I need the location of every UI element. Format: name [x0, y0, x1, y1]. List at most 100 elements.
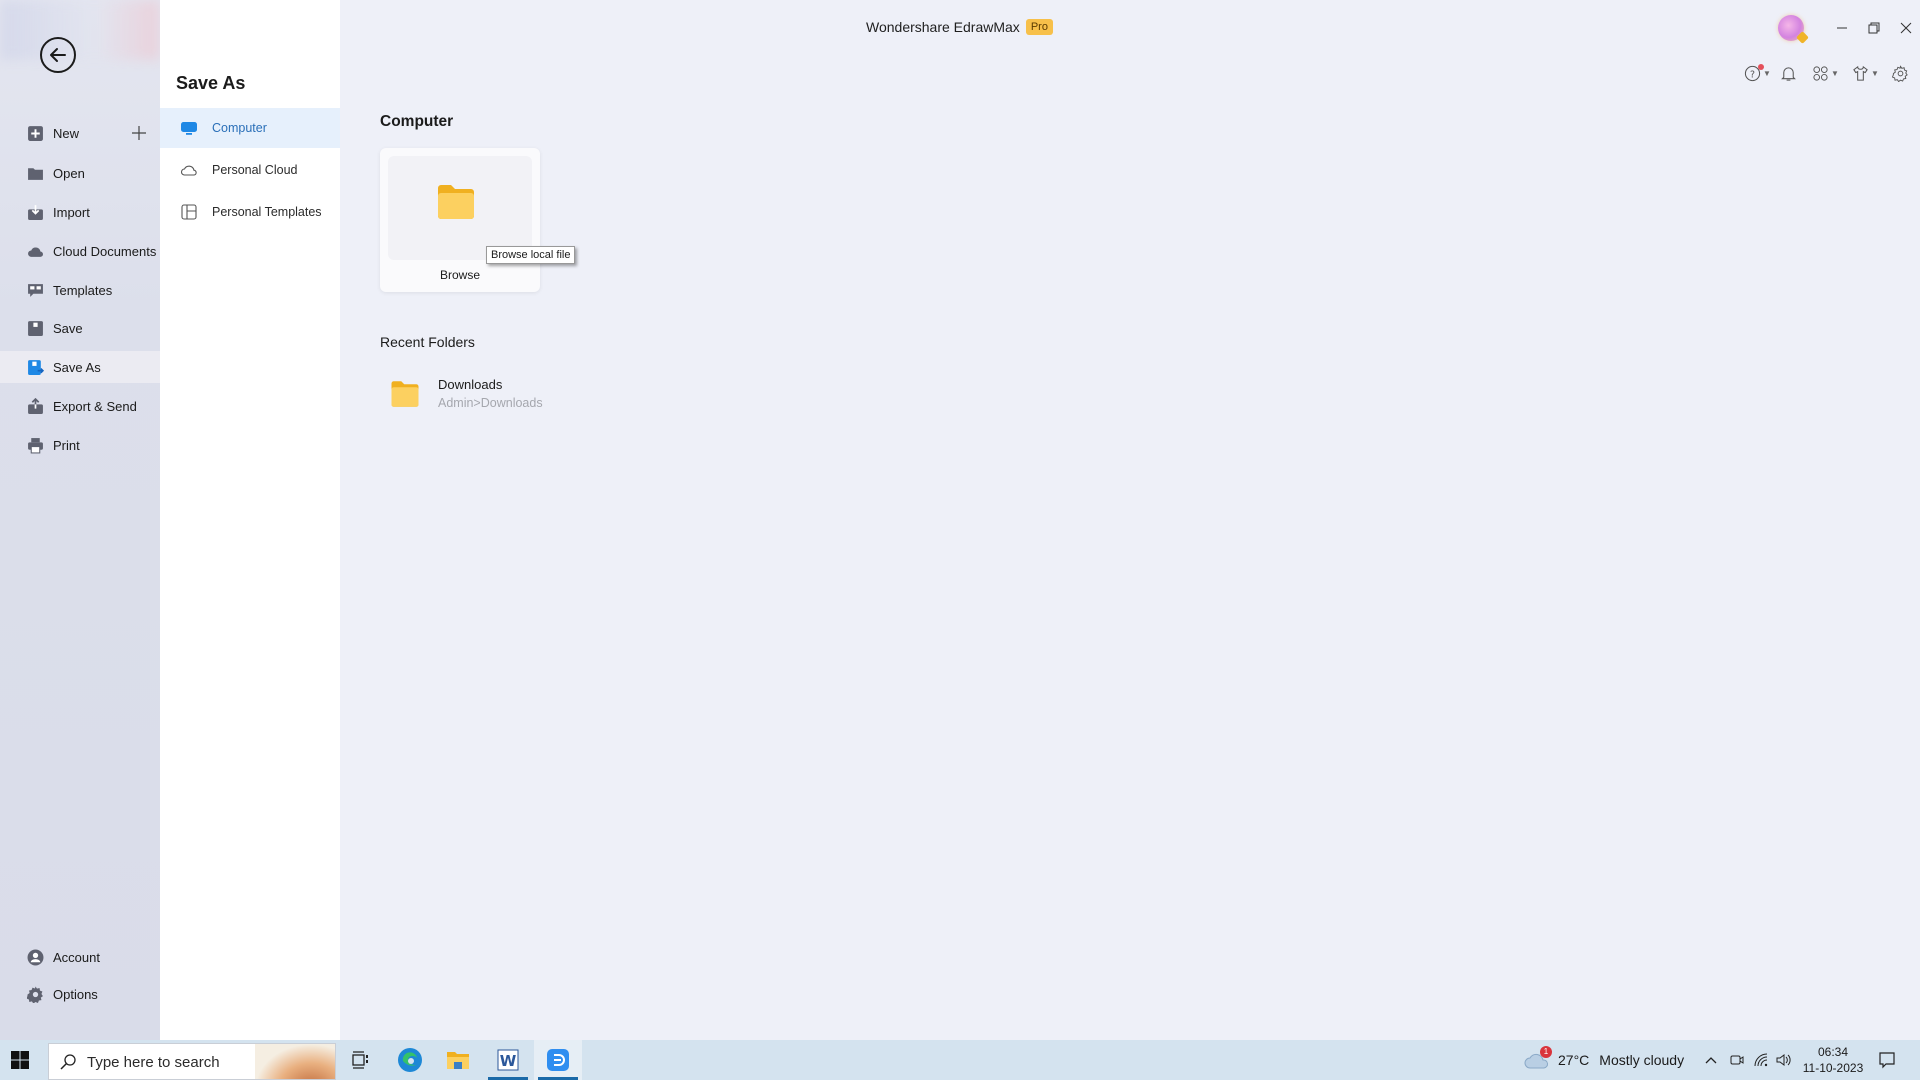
sidebar-item-label: Import [53, 204, 90, 220]
notifications-button[interactable] [1780, 62, 1797, 84]
edrawmax-icon [547, 1049, 569, 1071]
restore-button[interactable] [1862, 16, 1886, 40]
task-view-icon [352, 1051, 368, 1069]
folder-icon [438, 185, 474, 219]
wifi-icon [1754, 1053, 1768, 1067]
weather-temp: 27°C [1558, 1052, 1590, 1068]
save-location-personal-templates[interactable]: Personal Templates [160, 192, 340, 232]
show-hidden-icons-button[interactable] [1704, 1040, 1718, 1080]
sidebar-item-export-send[interactable]: Export & Send [0, 390, 160, 422]
word-icon: W [497, 1049, 519, 1071]
sidebar-item-cloud-documents[interactable]: Cloud Documents [0, 235, 160, 267]
file-menu-sidebar: New Open Import Cloud Documents Template… [0, 0, 160, 1040]
save-as-panel: Save As Computer Personal Cloud Personal… [160, 0, 340, 1040]
taskbar-search-input[interactable]: Type here to search [48, 1043, 336, 1080]
svg-text:?: ? [1750, 69, 1755, 80]
sidebar-item-print[interactable]: Print [0, 429, 160, 461]
speaker-icon [1776, 1054, 1791, 1066]
cloud-outline-icon [180, 161, 198, 179]
main-content: Wondershare EdrawMax Pro ? ▼ ▼ ▼ Compute… [340, 0, 1920, 1040]
chevron-down-icon: ▼ [1871, 68, 1879, 78]
section-title: Computer [380, 113, 454, 130]
taskbar-edrawmax[interactable] [534, 1040, 582, 1080]
save-location-label: Personal Cloud [212, 163, 298, 177]
edge-browser-icon [398, 1048, 422, 1072]
taskbar-word[interactable]: W [484, 1040, 532, 1080]
weather-widget[interactable]: 1 27°C Mostly cloudy [1524, 1040, 1684, 1080]
weather-alert-badge: 1 [1540, 1046, 1552, 1058]
apps-icon [1813, 65, 1828, 81]
camera-icon [1730, 1055, 1744, 1065]
sidebar-item-options[interactable]: Options [0, 978, 160, 1010]
import-icon [26, 203, 44, 221]
clock-date: 11-10-2023 [1802, 1061, 1864, 1075]
volume-button[interactable] [1775, 1040, 1793, 1080]
sidebar-item-templates[interactable]: Templates [0, 274, 160, 306]
browse-label: Browse [439, 268, 480, 282]
recent-folder-item[interactable]: Downloads Admin>Downloads [380, 372, 600, 416]
sidebar-item-label: Options [53, 986, 98, 1002]
account-icon [26, 948, 44, 966]
notification-center-button[interactable] [1878, 1040, 1896, 1080]
sidebar-item-account[interactable]: Account [0, 941, 160, 973]
folder-icon [26, 164, 44, 182]
sidebar-item-save-as[interactable]: Save As [0, 351, 160, 383]
template-layout-icon [180, 203, 198, 221]
sidebar-item-label: Save [53, 320, 83, 336]
app-name: Wondershare EdrawMax [866, 19, 1020, 35]
app-title: Wondershare EdrawMax Pro [866, 19, 1053, 35]
settings-button[interactable] [1892, 62, 1909, 84]
monitor-icon [180, 119, 198, 137]
notification-center-icon [1879, 1052, 1895, 1069]
sidebar-item-import[interactable]: Import [0, 196, 160, 228]
help-button[interactable]: ? ▼ [1744, 62, 1771, 84]
taskbar-file-explorer[interactable] [434, 1040, 482, 1080]
sidebar-item-label: Save As [53, 359, 101, 375]
svg-text:W: W [500, 1052, 517, 1070]
chevron-up-icon [1705, 1057, 1717, 1064]
search-icon [60, 1054, 76, 1070]
sidebar-item-label: Account [53, 949, 100, 965]
back-arrow-icon [50, 48, 66, 62]
save-location-label: Computer [212, 121, 267, 135]
save-location-personal-cloud[interactable]: Personal Cloud [160, 150, 340, 190]
bell-icon [1781, 66, 1796, 81]
search-placeholder: Type here to search [87, 1054, 220, 1071]
new-plus-icon[interactable] [130, 124, 148, 142]
templates-icon [26, 281, 44, 299]
save-as-icon [26, 358, 44, 376]
folder-icon [391, 381, 419, 407]
browse-button[interactable]: Browse Browse local file [380, 148, 576, 292]
sidebar-item-label: Cloud Documents [53, 243, 157, 259]
sidebar-item-open[interactable]: Open [0, 157, 160, 189]
sidebar-item-save[interactable]: Save [0, 312, 160, 344]
browse-tooltip: Browse local file [486, 246, 576, 264]
file-explorer-icon [447, 1052, 469, 1069]
save-location-computer[interactable]: Computer [160, 108, 340, 148]
search-highlight-image [255, 1044, 335, 1079]
recent-folders-title: Recent Folders [380, 334, 475, 350]
restore-icon [1868, 22, 1880, 34]
notification-dot [1758, 64, 1764, 70]
panel-title: Save As [176, 73, 246, 93]
vip-tag-icon [1796, 31, 1809, 44]
windows-start-icon[interactable] [10, 1050, 30, 1070]
new-plus-square-icon [26, 124, 44, 142]
theme-button[interactable]: ▼ [1852, 62, 1879, 84]
user-avatar[interactable] [1778, 15, 1809, 44]
clock-time: 06:34 [1817, 1045, 1849, 1059]
taskbar-clock[interactable]: 06:34 11-10-2023 [1800, 1044, 1866, 1076]
network-button[interactable] [1753, 1040, 1769, 1080]
task-view-button[interactable] [336, 1040, 384, 1080]
back-button[interactable] [40, 37, 76, 73]
pro-badge: Pro [1025, 19, 1053, 35]
apps-button[interactable]: ▼ [1812, 62, 1839, 84]
chevron-down-icon: ▼ [1831, 68, 1839, 78]
meet-now-button[interactable] [1729, 1040, 1745, 1080]
sidebar-item-label: Open [53, 165, 85, 181]
minimize-button[interactable] [1830, 16, 1854, 40]
taskbar-edge[interactable] [386, 1040, 434, 1080]
close-button[interactable] [1894, 16, 1918, 40]
save-location-label: Personal Templates [212, 205, 322, 219]
close-icon [1900, 22, 1912, 34]
